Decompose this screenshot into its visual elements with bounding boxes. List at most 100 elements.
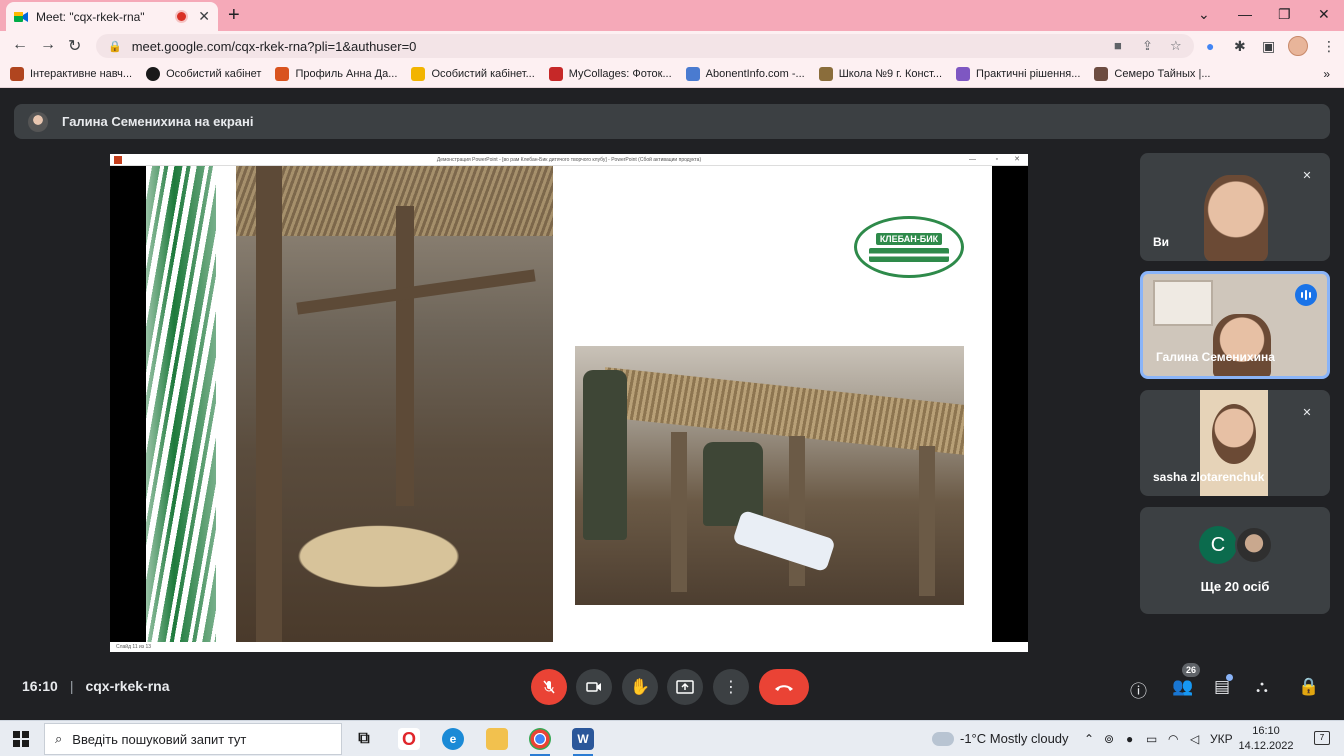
wooden-post — [396, 206, 414, 506]
bookmark-item[interactable]: Семеро Тайных |... — [1094, 67, 1211, 81]
bookmark-favicon-icon — [10, 67, 24, 81]
share-icon[interactable]: ⇪ — [1142, 38, 1153, 54]
weather-temp: -1°C — [960, 731, 987, 746]
side-panel-icon[interactable]: ▣ — [1262, 38, 1275, 55]
opera-icon[interactable]: O — [398, 728, 420, 750]
bookmark-item[interactable]: Практичні рішення... — [956, 67, 1080, 81]
participant-tile-self[interactable]: ✕ Ви — [1140, 153, 1330, 261]
wifi-icon[interactable]: ◠ — [1168, 732, 1178, 746]
feeder-photo-right — [575, 346, 964, 605]
clock-date: 14.12.2022 — [1238, 740, 1294, 752]
present-screen-icon — [676, 680, 694, 694]
bookmark-favicon-icon — [275, 67, 290, 81]
chat-notification-dot — [1226, 674, 1233, 681]
maximize-window-button[interactable]: ❐ — [1278, 6, 1291, 23]
bookmark-item[interactable]: Профиль Анна Да... — [275, 67, 397, 81]
minimize-window-button[interactable]: — — [1238, 6, 1252, 22]
chrome-menu-icon[interactable]: ⋮ — [1322, 38, 1336, 55]
feeder-leg — [919, 446, 935, 596]
search-placeholder: Введіть пошуковий запит тут — [72, 731, 247, 747]
meeting-code: cqx-rkek-rna — [85, 678, 170, 694]
taskbar-clock[interactable]: 16:10 14.12.2022 — [1232, 724, 1300, 754]
microphone-tray-icon[interactable]: ● — [1126, 732, 1133, 746]
wooden-beam — [296, 269, 536, 315]
back-button[interactable]: ← — [12, 36, 28, 54]
bookmark-item[interactable]: Школа №9 г. Конст... — [818, 67, 942, 81]
kleban-byk-logo: КЛЕБАН-БИК — [854, 216, 964, 278]
cloud-sun-icon — [932, 726, 954, 746]
separator: | — [69, 678, 74, 694]
raise-hand-button[interactable]: ✋ — [622, 669, 658, 705]
input-language[interactable]: УКР — [1210, 732, 1233, 746]
participant-name: sasha zlotarenchuk — [1153, 470, 1265, 484]
extension-circle-icon[interactable]: ● — [1206, 38, 1214, 54]
shared-screen[interactable]: Демонстрация PowerPoint - [во рам Клебан… — [110, 154, 1028, 652]
notifications-icon[interactable]: 7 — [1314, 731, 1330, 745]
tab-close-icon[interactable]: ✕ — [198, 8, 210, 25]
bookmark-item[interactable]: Особистий кабінет — [146, 67, 261, 81]
participant-video — [1204, 175, 1268, 261]
tab-title: Meet: "cqx-rkek-rna" — [36, 9, 145, 24]
participant-name: Ви — [1153, 235, 1170, 249]
host-controls-icon[interactable]: 🔒 — [1298, 677, 1319, 697]
taskbar-search-box[interactable]: ⌕ Введіть пошуковий запит тут — [44, 723, 342, 755]
browser-tab-meet[interactable]: Meet: "cqx-rkek-rna" ✕ — [6, 2, 218, 31]
search-icon: ⌕ — [55, 731, 63, 746]
new-tab-button[interactable]: + — [228, 4, 240, 27]
end-call-button[interactable] — [759, 669, 809, 705]
battery-icon[interactable]: ▭ — [1146, 732, 1157, 746]
volume-icon[interactable]: ◁ — [1190, 732, 1199, 746]
windows-start-icon[interactable] — [13, 731, 29, 747]
powerpoint-window-title: Демонстрация PowerPoint - [во рам Клебан… — [436, 157, 702, 163]
bookmark-item[interactable]: AbonentInfo.com -... — [685, 67, 805, 81]
show-hidden-icons-icon[interactable]: ⌃ — [1084, 732, 1094, 746]
edge-icon[interactable]: e — [442, 728, 464, 750]
ppt-restore-icon: ▫ — [995, 156, 998, 163]
forward-button[interactable]: → — [40, 36, 56, 54]
hang-up-icon — [775, 685, 793, 691]
tab-search-chevron-icon[interactable]: ⌄ — [1198, 6, 1210, 23]
logo-landscape — [869, 247, 949, 262]
bookmarks-overflow-button[interactable]: » — [1323, 67, 1330, 81]
participant-tile-presenter[interactable]: Галина Семенихина — [1140, 271, 1330, 379]
meet-share-icon[interactable]: ⊚ — [1104, 732, 1114, 746]
feed-sack — [732, 509, 836, 573]
file-explorer-icon[interactable] — [486, 728, 508, 750]
bookmark-item[interactable]: MyCollages: Фоток... — [548, 67, 672, 81]
task-view-icon[interactable]: ⧉ — [353, 728, 375, 750]
participant-tile-others[interactable]: C Ще 20 осіб — [1140, 507, 1330, 614]
present-screen-button[interactable] — [667, 669, 703, 705]
people-icon[interactable]: 👥 — [1172, 677, 1193, 697]
weather-widget[interactable]: -1°C Mostly cloudy — [932, 726, 1069, 746]
meeting-info: 16:10 | cqx-rkek-rna — [22, 678, 170, 694]
reload-button[interactable]: ↻ — [68, 36, 81, 56]
activities-icon[interactable]: ⛬ — [1256, 677, 1268, 697]
camera-in-use-icon[interactable]: ■ — [1114, 38, 1122, 53]
more-options-button[interactable]: ⋮ — [713, 669, 749, 705]
presenter-avatar — [28, 111, 48, 132]
chrome-icon[interactable] — [529, 728, 551, 750]
meeting-details-icon[interactable]: ⓘ — [1130, 677, 1147, 702]
ppt-close-icon: ✕ — [1014, 156, 1020, 163]
close-window-button[interactable]: ✕ — [1318, 6, 1330, 23]
wooden-post — [256, 166, 282, 642]
address-bar[interactable]: 🔒 meet.google.com/cqx-rkek-rna?pli=1&aut… — [96, 34, 1194, 58]
people-count-badge: 26 — [1182, 663, 1200, 677]
bookmark-star-icon[interactable]: ☆ — [1170, 38, 1182, 54]
participant-tile-sasha[interactable]: ✕ sasha zlotarenchuk — [1140, 390, 1330, 496]
bookmark-item[interactable]: Інтерактивне навч... — [10, 67, 132, 81]
lock-icon[interactable]: 🔒 — [108, 40, 122, 53]
camera-toggle-button[interactable] — [576, 669, 612, 705]
word-icon[interactable]: W — [572, 728, 594, 750]
extensions-puzzle-icon[interactable]: ✱ — [1234, 38, 1246, 55]
bookmark-favicon-icon — [685, 67, 700, 81]
powerpoint-status-bar: Слайд 11 из 13 — [110, 642, 1028, 652]
google-meet-icon — [14, 11, 28, 22]
bookmark-favicon-icon — [818, 67, 833, 81]
bookmark-item[interactable]: Особистий кабінет... — [411, 67, 535, 81]
browser-toolbar: ← → ↻ 🔒 meet.google.com/cqx-rkek-rna?pli… — [0, 31, 1344, 61]
microphone-toggle-button[interactable] — [531, 669, 567, 705]
profile-avatar[interactable] — [1288, 36, 1308, 56]
weather-text: Mostly cloudy — [989, 731, 1069, 746]
others-avatars: C — [1199, 526, 1273, 564]
